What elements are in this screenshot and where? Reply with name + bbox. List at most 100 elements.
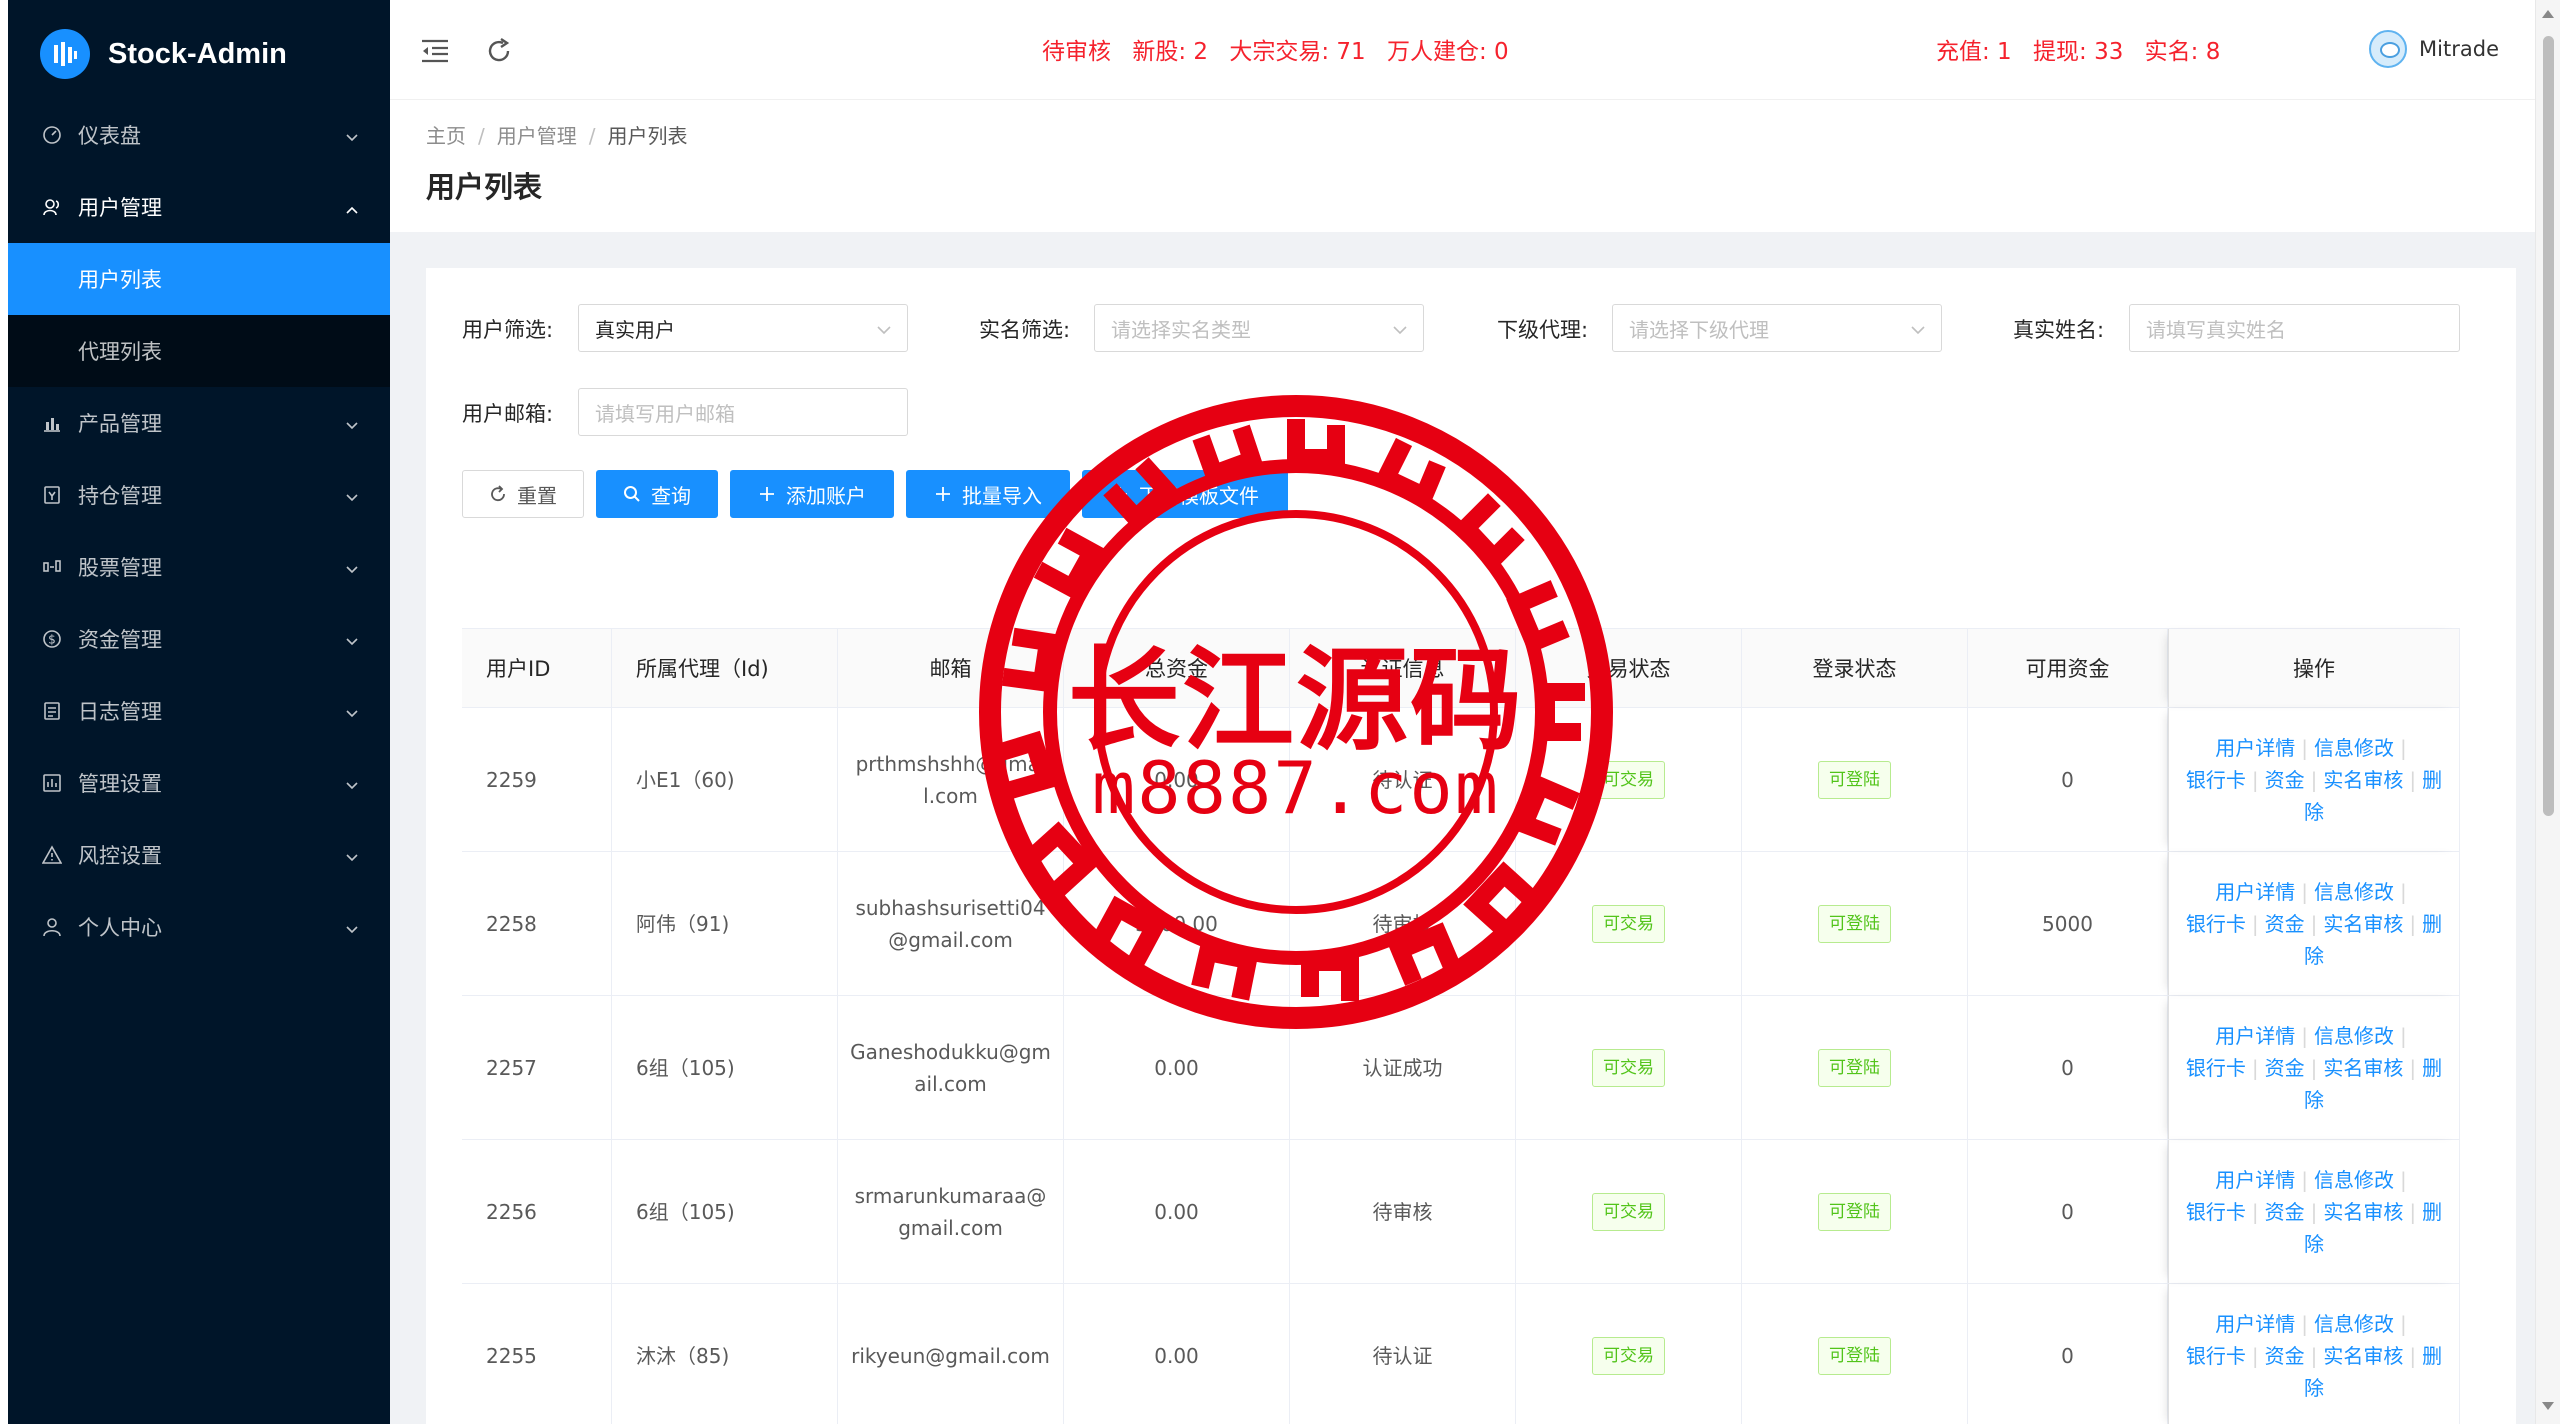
page-scrollbar[interactable]	[2535, 0, 2560, 1424]
agent-filter-select[interactable]: 请选择下级代理	[1612, 304, 1942, 352]
realname-input-label: 真实姓名:	[2013, 318, 2105, 342]
sidebar-item-personal-center[interactable]: 个人中心	[8, 891, 390, 963]
cell-login-status: 可登陆	[1742, 1284, 1968, 1424]
bank-card-link[interactable]: 银行卡	[2186, 1344, 2246, 1368]
sidebar-item-user-list[interactable]: 用户列表	[8, 243, 390, 315]
notice-pending: 待审核	[1042, 39, 1111, 65]
sidebar-item-user-management[interactable]: 用户管理	[8, 171, 390, 243]
realname-input[interactable]: 请填写真实姓名	[2129, 304, 2460, 352]
chevron-down-icon	[344, 917, 360, 941]
chevron-down-icon	[344, 557, 360, 581]
breadcrumb-home[interactable]: 主页	[426, 124, 466, 148]
reset-button-label: 重置	[517, 483, 557, 508]
bank-card-link[interactable]: 银行卡	[2186, 1056, 2246, 1080]
logo[interactable]: Stock-Admin	[40, 26, 287, 82]
edit-info-link[interactable]: 信息修改	[2314, 736, 2394, 760]
breadcrumb-current: 用户列表	[607, 124, 688, 148]
edit-info-link[interactable]: 信息修改	[2314, 880, 2394, 904]
add-account-button[interactable]: 添加账户	[730, 470, 894, 518]
page-header: 主页 / 用户管理 / 用户列表 用户列表	[390, 100, 2535, 232]
chart-icon	[40, 411, 64, 435]
cell-agent: 6组（105)	[612, 996, 838, 1139]
login-status-badge: 可登陆	[1818, 904, 1891, 943]
realname-review-link[interactable]: 实名审核	[2323, 912, 2403, 936]
sidebar-item-risk-settings[interactable]: 风控设置	[8, 819, 390, 891]
cell-email: rikyeun@gmail.com	[838, 1284, 1064, 1424]
login-status-badge: 可登陆	[1818, 760, 1891, 799]
chevron-down-icon	[875, 319, 893, 343]
log-icon	[40, 699, 64, 723]
user-filter-select[interactable]: 真实用户	[578, 304, 908, 352]
chevron-down-icon	[344, 845, 360, 869]
bank-card-link[interactable]: 银行卡	[2186, 1200, 2246, 1224]
column-header: 操作	[2168, 629, 2460, 707]
scroll-down-arrow-icon[interactable]	[2542, 1402, 2554, 1410]
reset-button[interactable]: 重置	[462, 470, 584, 518]
edit-info-link[interactable]: 信息修改	[2314, 1312, 2394, 1336]
reset-icon	[489, 485, 507, 503]
column-header[interactable]: 所属代理（Id)	[612, 629, 838, 707]
sidebar-item-admin-settings[interactable]: 管理设置	[8, 747, 390, 819]
email-input[interactable]: 请填写用户邮箱	[578, 388, 908, 436]
funds-link[interactable]: 资金	[2265, 768, 2305, 792]
sidebar-item-position-management[interactable]: 持仓管理	[8, 459, 390, 531]
funds-link[interactable]: 资金	[2265, 1200, 2305, 1224]
funds-link[interactable]: 资金	[2265, 1344, 2305, 1368]
sidebar-item-label: 仪表盘	[78, 124, 141, 148]
realname-review-link[interactable]: 实名审核	[2323, 1056, 2403, 1080]
plus-icon	[934, 485, 952, 503]
sidebar-item-label: 风控设置	[78, 844, 162, 868]
cell-actions: 用户详情 | 信息修改 | 银行卡 | 资金 | 实名审核 | 删除	[2168, 708, 2460, 851]
watermark-url: m8887.com	[1091, 746, 1501, 830]
user-detail-link[interactable]: 用户详情	[2215, 1024, 2295, 1048]
menu-fold-icon[interactable]	[418, 34, 452, 68]
sidebar-item-label: 日志管理	[78, 700, 162, 724]
cell-available-funds: 0	[1968, 996, 2168, 1139]
edit-info-link[interactable]: 信息修改	[2314, 1024, 2394, 1048]
edit-info-link[interactable]: 信息修改	[2314, 1168, 2394, 1192]
column-header[interactable]: 登录状态	[1742, 629, 1968, 707]
logo-icon	[40, 29, 90, 79]
sidebar-item-fund-management[interactable]: $ 资金管理	[8, 603, 390, 675]
sidebar-item-dashboard[interactable]: 仪表盘	[8, 99, 390, 171]
user-detail-link[interactable]: 用户详情	[2215, 1168, 2295, 1192]
agent-filter-label: 下级代理:	[1497, 318, 1589, 342]
realname-review-link[interactable]: 实名审核	[2323, 1200, 2403, 1224]
login-status-badge: 可登陆	[1818, 1192, 1891, 1231]
bank-card-link[interactable]: 银行卡	[2186, 912, 2246, 936]
sidebar-item-stock-management[interactable]: 股票管理	[8, 531, 390, 603]
sidebar-item-log-management[interactable]: 日志管理	[8, 675, 390, 747]
sidebar-item-product-management[interactable]: 产品管理	[8, 387, 390, 459]
chevron-down-icon	[344, 701, 360, 725]
realname-review-link[interactable]: 实名审核	[2323, 1344, 2403, 1368]
user-menu[interactable]: Mitrade	[2369, 30, 2499, 68]
column-header[interactable]: 可用资金	[1968, 629, 2168, 707]
funds-link[interactable]: 资金	[2265, 1056, 2305, 1080]
scroll-up-arrow-icon[interactable]	[2542, 10, 2554, 18]
cell-actions: 用户详情 | 信息修改 | 银行卡 | 资金 | 实名审核 | 删除	[2168, 996, 2460, 1139]
refresh-icon[interactable]	[482, 34, 516, 68]
cell-total-funds: 0.00	[1064, 1284, 1290, 1424]
dashboard-icon	[40, 123, 64, 147]
chevron-down-icon	[344, 629, 360, 653]
user-detail-link[interactable]: 用户详情	[2215, 1312, 2295, 1336]
realname-filter-placeholder: 请选择实名类型	[1111, 317, 1251, 342]
user-detail-link[interactable]: 用户详情	[2215, 880, 2295, 904]
sidebar-item-label: 个人中心	[78, 916, 162, 940]
top-header: 待审核 新股: 2 大宗交易: 71 万人建仓: 0 充值: 1 提现: 33 …	[390, 0, 2535, 100]
finance-notice[interactable]: 充值: 1 提现: 33 实名: 8	[1936, 32, 2220, 66]
app-root: Stock-Admin 仪表盘 用户管理 用户列表 代理列表 产品管理 持仓管理…	[0, 0, 2560, 1424]
column-header[interactable]: 用户ID	[462, 629, 612, 707]
funds-link[interactable]: 资金	[2265, 912, 2305, 936]
user-detail-link[interactable]: 用户详情	[2215, 736, 2295, 760]
cell-login-status: 可登陆	[1742, 852, 1968, 995]
pending-notice[interactable]: 待审核 新股: 2 大宗交易: 71 万人建仓: 0	[1042, 32, 1509, 66]
breadcrumb-user-management[interactable]: 用户管理	[497, 124, 577, 148]
query-button[interactable]: 查询	[596, 470, 718, 518]
scrollbar-thumb[interactable]	[2543, 36, 2554, 816]
sidebar-item-agent-list[interactable]: 代理列表	[8, 315, 390, 387]
cell-user-id: 2255	[462, 1284, 612, 1424]
bank-card-link[interactable]: 银行卡	[2186, 768, 2246, 792]
realname-review-link[interactable]: 实名审核	[2323, 768, 2403, 792]
realname-filter-select[interactable]: 请选择实名类型	[1094, 304, 1424, 352]
